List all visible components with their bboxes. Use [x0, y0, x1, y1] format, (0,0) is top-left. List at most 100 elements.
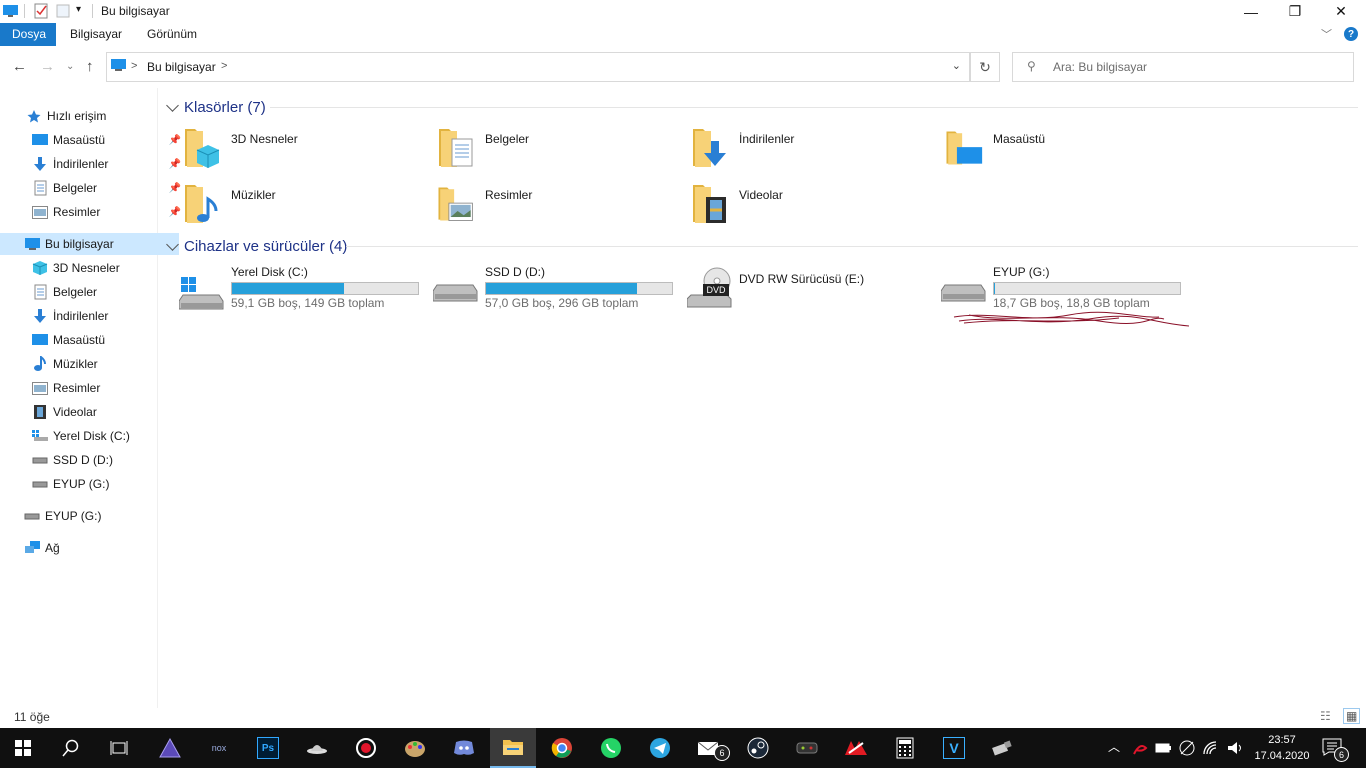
window-title: Bu bilgisayar	[101, 4, 170, 18]
expand-ribbon-icon[interactable]: ﹀	[1321, 26, 1332, 42]
drive-eyup-g[interactable]: EYUP (G:) 18,7 GB boş, 18,8 GB toplam	[941, 265, 1191, 327]
desktop-icon	[32, 132, 48, 148]
search-input[interactable]: ⚲ Ara: Bu bilgisayar	[1012, 52, 1354, 82]
chevron-down-icon[interactable]	[166, 99, 179, 112]
sidebar-item-ssd-d[interactable]: SSD D (D:)	[0, 449, 187, 471]
address-bar[interactable]: > Bu bilgisayar > ⌄	[106, 52, 970, 82]
drive-yerel-disk-c[interactable]: Yerel Disk (C:) 59,1 GB boş, 149 GB topl…	[179, 265, 429, 320]
drive-ssd-d[interactable]: SSD D (D:) 57,0 GB boş, 296 GB toplam	[433, 265, 683, 320]
photoshop-icon[interactable]: Ps	[245, 728, 291, 768]
sidebar-item-label: Resimler	[53, 381, 101, 395]
new-folder-icon[interactable]	[56, 3, 70, 19]
item-count: 11 öğe	[14, 710, 50, 724]
pin-icon[interactable]: 📌	[169, 135, 181, 146]
sidebar-item-label: SSD D (D:)	[53, 453, 113, 467]
up-icon[interactable]: ↑	[86, 58, 94, 75]
windows-icon[interactable]	[0, 728, 46, 768]
sidebar-item-indirilenler[interactable]: İndirilenler 📌	[0, 153, 187, 175]
tab-gorunum[interactable]: Görünüm	[135, 23, 209, 46]
folder-belgeler[interactable]: Belgeler	[435, 125, 675, 175]
telegram-icon[interactable]	[637, 728, 683, 768]
sidebar-item-belgeler-pc[interactable]: Belgeler	[0, 281, 187, 303]
hat-icon[interactable]	[294, 728, 340, 768]
tab-bilgisayar[interactable]: Bilgisayar	[58, 23, 134, 46]
mail-icon[interactable]: 6	[686, 728, 732, 768]
sidebar-item-resimler-pc[interactable]: Resimler	[0, 377, 187, 399]
search-icon: ⚲	[1027, 59, 1036, 73]
whatsapp-icon[interactable]	[588, 728, 634, 768]
pin-icon[interactable]: 📌	[169, 159, 181, 170]
game-icon[interactable]	[784, 728, 830, 768]
folder-name: 3D Nesneler	[231, 132, 298, 146]
task-view-icon[interactable]	[96, 728, 142, 768]
large-icons-view-icon[interactable]: ▦	[1343, 708, 1361, 724]
folders-group-header[interactable]: Klasörler (7)	[166, 99, 266, 116]
record-icon[interactable]	[343, 728, 389, 768]
close-button[interactable]: ✕	[1318, 0, 1364, 23]
folder-3d-nesneler[interactable]: 3D Nesneler	[181, 125, 421, 175]
search-placeholder: Ara: Bu bilgisayar	[1053, 60, 1148, 74]
maximize-button[interactable]: ❐	[1272, 0, 1318, 23]
prism-icon[interactable]	[147, 728, 193, 768]
chrome-icon[interactable]	[539, 728, 585, 768]
search-icon[interactable]	[48, 728, 94, 768]
paint-icon[interactable]	[392, 728, 438, 768]
chevron-down-icon[interactable]	[166, 238, 179, 251]
battery-icon[interactable]	[1155, 741, 1173, 755]
microphone-icon[interactable]	[1178, 739, 1196, 757]
breadcrumb[interactable]: Bu bilgisayar	[147, 60, 216, 74]
sidebar-item-videolar[interactable]: Videolar	[0, 401, 187, 423]
chevron-up-icon[interactable]: ︿	[1108, 738, 1120, 755]
volume-icon[interactable]	[1226, 740, 1244, 756]
sidebar-item-masaustu-pc[interactable]: Masaüstü	[0, 329, 187, 351]
file-explorer-icon[interactable]	[490, 728, 536, 768]
msi-icon[interactable]	[833, 728, 879, 768]
calculator-icon[interactable]	[882, 728, 928, 768]
sidebar-item-muzikler[interactable]: Müzikler	[0, 353, 187, 375]
folder-videolar[interactable]: Videolar	[689, 181, 929, 231]
steam-icon[interactable]	[735, 728, 781, 768]
back-icon[interactable]: ←	[12, 58, 27, 75]
tray-app-icon[interactable]	[1132, 740, 1148, 756]
drive-dvd-e[interactable]: DVD DVD RW Sürücüsü (E:)	[687, 265, 937, 320]
drives-group-header[interactable]: Cihazlar ve sürücüler (4)	[166, 238, 347, 255]
drive-usage-fill	[486, 283, 637, 294]
quick-access-dropdown-icon[interactable]: ▾	[76, 4, 81, 15]
wifi-icon[interactable]	[1202, 740, 1220, 756]
sidebar-item-eyup-g[interactable]: EYUP (G:)	[0, 505, 179, 527]
navigation-bar: ← → ⌄ ↑ > Bu bilgisayar > ⌄ ↻ ⚲ Ara: Bu …	[0, 48, 1366, 86]
clock[interactable]: 23:57 17.04.2020	[1250, 732, 1314, 764]
sidebar-item-quick-access[interactable]: Hızlı erişim	[0, 105, 181, 127]
minimize-button[interactable]: —	[1228, 0, 1274, 23]
nox-icon[interactable]: nox	[196, 728, 242, 768]
properties-icon[interactable]	[33, 3, 49, 19]
usb-icon[interactable]	[980, 728, 1026, 768]
sidebar-item-this-pc[interactable]: Bu bilgisayar	[0, 233, 179, 255]
sidebar-item-masaustu[interactable]: Masaüstü 📌	[0, 129, 187, 151]
help-icon[interactable]: ?	[1344, 27, 1358, 41]
sidebar-item-yerel-disk-c[interactable]: Yerel Disk (C:)	[0, 425, 187, 447]
folder-resimler[interactable]: Resimler	[435, 181, 675, 231]
sidebar-item-3d-nesneler[interactable]: 3D Nesneler	[0, 257, 187, 279]
pin-icon[interactable]: 📌	[169, 183, 181, 194]
discord-icon[interactable]	[441, 728, 487, 768]
breadcrumb-separator[interactable]: >	[221, 60, 227, 72]
sidebar-item-resimler[interactable]: Resimler 📌	[0, 201, 187, 223]
details-view-icon[interactable]: ☷	[1320, 709, 1331, 723]
v-app-icon[interactable]: V	[931, 728, 977, 768]
sidebar-item-network[interactable]: Ağ	[0, 537, 179, 559]
sidebar-item-indirilenler-pc[interactable]: İndirilenler	[0, 305, 187, 327]
sidebar-item-eyup-g-pc[interactable]: EYUP (G:)	[0, 473, 187, 495]
sidebar-item-belgeler[interactable]: Belgeler 📌	[0, 177, 187, 199]
group-title: Cihazlar ve sürücüler (4)	[184, 238, 348, 255]
tab-dosya[interactable]: Dosya	[0, 23, 56, 46]
action-center-icon[interactable]: 6	[1322, 738, 1349, 762]
forward-icon[interactable]: →	[40, 58, 55, 75]
folder-indirilenler[interactable]: İndirilenler	[689, 125, 929, 175]
pin-icon[interactable]: 📌	[169, 207, 181, 218]
recent-locations-icon[interactable]: ⌄	[66, 61, 74, 72]
address-dropdown-icon[interactable]: ⌄	[952, 59, 961, 72]
folder-masaustu[interactable]: Masaüstü	[943, 125, 1183, 175]
refresh-button[interactable]: ↻	[970, 52, 1000, 82]
folder-muzikler[interactable]: Müzikler	[181, 181, 421, 231]
